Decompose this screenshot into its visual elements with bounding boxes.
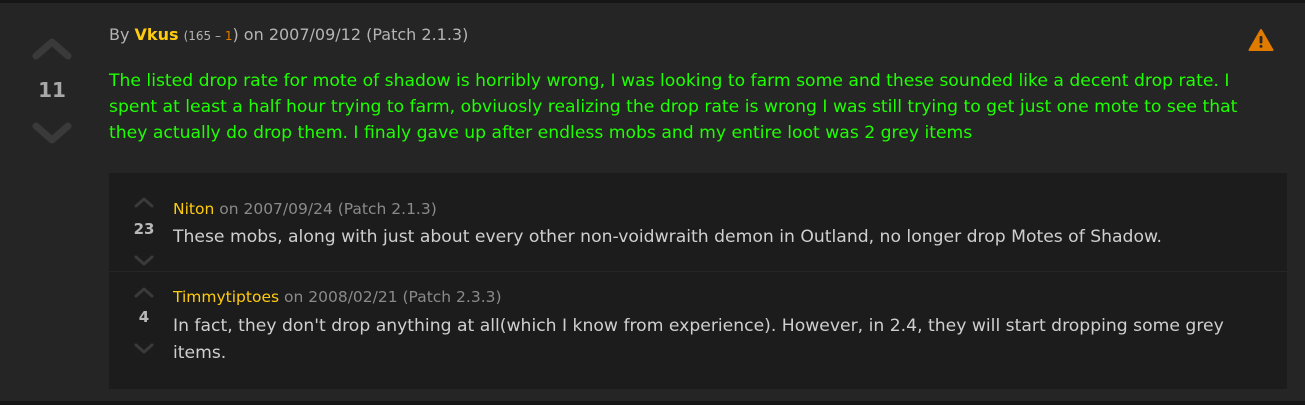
reply-downvote-button[interactable] bbox=[134, 340, 154, 359]
reply-text: These mobs, along with just about every … bbox=[173, 227, 1162, 247]
comment-body: The listed drop rate for mote of shadow … bbox=[109, 71, 1238, 143]
reply-text: In fact, they don't drop anything at all… bbox=[173, 316, 1224, 363]
chevron-up-icon bbox=[134, 197, 154, 208]
comment: 11 By Vkus (165 – 1) on 2007/09/12 (Patc… bbox=[0, 6, 1305, 401]
chevron-down-icon bbox=[134, 343, 154, 354]
reply-date: on 2007/09/24 (Patch 2.1.3) bbox=[219, 200, 437, 218]
reply-author-link[interactable]: Timmytiptoes bbox=[173, 288, 279, 306]
reply-upvote-button[interactable] bbox=[134, 193, 154, 212]
reply-score: 4 bbox=[138, 308, 150, 326]
chevron-up-icon bbox=[32, 38, 72, 60]
comment-score: 11 bbox=[38, 78, 66, 102]
reply-byline: Niton on 2007/09/24 (Patch 2.1.3) bbox=[173, 200, 437, 218]
replies-container: 23 Niton on 2007/09/24 (Patch 2.1.3) The… bbox=[109, 173, 1287, 389]
reply-downvote-button[interactable] bbox=[134, 252, 154, 271]
by-prefix: By bbox=[109, 25, 130, 44]
author-reputation: (165 – 1 bbox=[184, 29, 233, 43]
reply-byline: Timmytiptoes on 2008/02/21 (Patch 2.3.3) bbox=[173, 288, 502, 306]
chevron-down-icon bbox=[134, 255, 154, 266]
comment-date: on 2007/09/12 (Patch 2.1.3) bbox=[243, 25, 469, 44]
reply-upvote-button[interactable] bbox=[134, 283, 154, 302]
rep-positive: 165 bbox=[188, 29, 212, 43]
downvote-button[interactable] bbox=[32, 122, 72, 150]
chevron-down-icon bbox=[32, 122, 72, 144]
reply-score: 23 bbox=[133, 220, 155, 238]
reply: 23 Niton on 2007/09/24 (Patch 2.1.3) The… bbox=[109, 173, 1287, 272]
author-link[interactable]: Vkus bbox=[135, 25, 179, 44]
chevron-up-icon bbox=[134, 287, 154, 298]
warning-triangle-icon bbox=[1248, 29, 1274, 51]
comment-byline: By Vkus (165 – 1) on 2007/09/12 (Patch 2… bbox=[109, 25, 468, 44]
rep-separator: – bbox=[211, 29, 225, 43]
report-button[interactable] bbox=[1248, 28, 1274, 52]
reply: 4 Timmytiptoes on 2008/02/21 (Patch 2.3.… bbox=[109, 272, 1287, 389]
reply-date: on 2008/02/21 (Patch 2.3.3) bbox=[284, 288, 502, 306]
rep-close: ) bbox=[232, 25, 239, 44]
page: 11 By Vkus (165 – 1) on 2007/09/12 (Patc… bbox=[0, 0, 1305, 405]
reply-author-link[interactable]: Niton bbox=[173, 200, 214, 218]
upvote-button[interactable] bbox=[32, 36, 72, 64]
